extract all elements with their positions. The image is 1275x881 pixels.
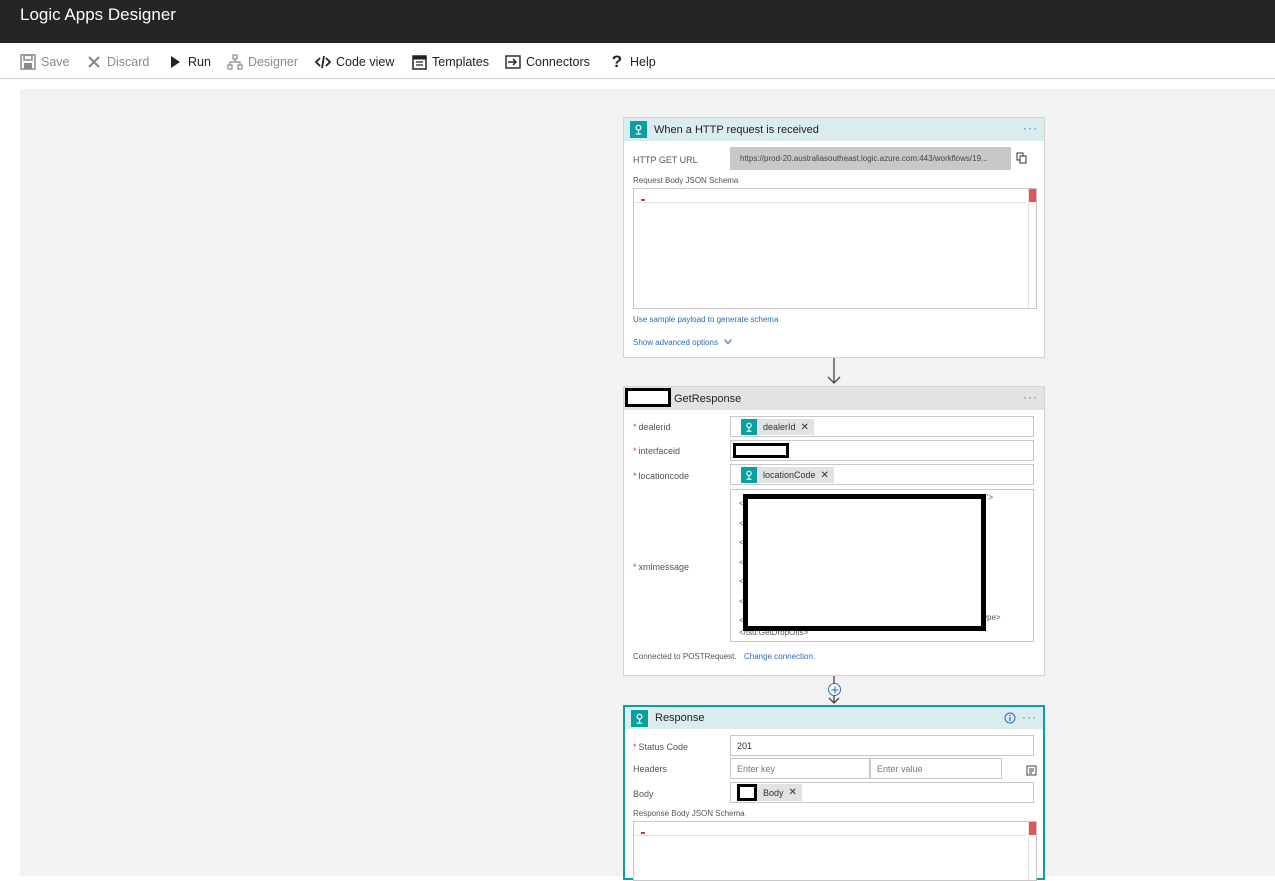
run-label: Run	[188, 55, 211, 69]
more-options-icon[interactable]: ···	[1022, 710, 1037, 724]
save-icon	[20, 54, 36, 70]
show-advanced-options-link[interactable]: Show advanced options	[633, 338, 733, 347]
switch-to-text-mode-icon[interactable]	[1026, 763, 1037, 781]
dealerid-token[interactable]: dealerId ✕	[741, 419, 814, 435]
trigger-title: When a HTTP request is received	[654, 123, 819, 136]
action-title: GetResponse	[674, 392, 742, 405]
http-request-icon	[741, 467, 757, 483]
title-bar: Logic Apps Designer	[0, 0, 1275, 43]
connectors-icon	[505, 54, 521, 70]
response-schema-label: Response Body JSON Schema	[633, 809, 745, 818]
play-icon	[167, 54, 183, 70]
change-connection-link[interactable]: Change connection.	[744, 652, 815, 661]
request-schema-editor[interactable]	[633, 188, 1037, 309]
toolbar: Save Discard Run Designer Code view Temp…	[0, 43, 1275, 79]
request-schema-label: Request Body JSON Schema	[633, 176, 739, 185]
app-title: Logic Apps Designer	[20, 5, 176, 24]
http-response-icon	[631, 709, 648, 727]
sample-payload-link[interactable]: Use sample payload to generate schema	[633, 315, 778, 324]
http-request-icon	[741, 419, 757, 435]
designer-button[interactable]: Designer	[227, 52, 298, 72]
locationcode-field[interactable]: locationCode ✕	[730, 464, 1034, 485]
body-token[interactable]: Body ✕	[737, 784, 802, 801]
header-key-input[interactable]: Enter key	[730, 758, 870, 779]
locationcode-label: * locationcode	[633, 471, 690, 481]
chevron-down-icon	[724, 338, 733, 347]
close-icon	[86, 54, 102, 70]
xml-line-end: '>	[987, 493, 994, 502]
status-code-field[interactable]: 201	[730, 735, 1034, 756]
templates-icon	[411, 54, 427, 70]
save-button[interactable]: Save	[20, 52, 70, 72]
interfaceid-field[interactable]	[730, 440, 1034, 461]
remove-token-icon[interactable]: ✕	[821, 470, 829, 481]
dealerid-field[interactable]: dealerId ✕	[730, 416, 1034, 437]
http-get-url-field[interactable]: https://prod-20.australiasoutheast.logic…	[730, 147, 1011, 170]
headers-label: Headers	[633, 764, 668, 774]
xmlmessage-label: * xmlmessage	[633, 562, 690, 572]
response-schema-editor[interactable]	[633, 821, 1037, 881]
remove-token-icon[interactable]: ✕	[789, 787, 797, 798]
scrollbar[interactable]	[1029, 822, 1036, 835]
dealerid-label: * dealerid	[633, 422, 671, 432]
header-key-placeholder: Enter key	[737, 764, 776, 774]
locationcode-token-label: locationCode	[763, 470, 816, 480]
add-step-icon[interactable]	[828, 683, 841, 696]
http-request-icon	[630, 121, 647, 138]
trigger-card[interactable]: When a HTTP request is received ··· HTTP…	[623, 117, 1045, 358]
designer-label: Designer	[248, 55, 299, 69]
connectors-label: Connectors	[526, 55, 590, 69]
connector-arrow	[827, 358, 841, 384]
locationcode-token[interactable]: locationCode ✕	[741, 467, 834, 483]
help-label: Help	[630, 55, 656, 69]
header-value-input[interactable]: Enter value	[870, 758, 1002, 779]
connectors-button[interactable]: Connectors	[505, 52, 590, 72]
templates-button[interactable]: Templates	[411, 52, 489, 72]
status-code-label: * Status Code	[633, 742, 689, 752]
response-header[interactable]: Response ···	[625, 707, 1043, 729]
body-field[interactable]: Body ✕	[730, 782, 1034, 803]
interfaceid-label: * interfaceid	[633, 446, 681, 456]
response-title: Response	[655, 712, 705, 724]
code-view-label: Code view	[336, 55, 395, 69]
designer-icon	[227, 54, 243, 70]
remove-token-icon[interactable]: ✕	[801, 422, 809, 433]
discard-label: Discard	[107, 55, 150, 69]
xmlmessage-field[interactable]: < < < < < < < '> ype> </tsu:GetDropOffs>	[730, 489, 1034, 642]
response-card[interactable]: Response ··· * Status Code 201 Headers En…	[623, 705, 1045, 881]
code-icon	[315, 54, 331, 70]
action-header[interactable]: GetResponse ···	[624, 387, 1044, 410]
discard-button[interactable]: Discard	[86, 52, 149, 72]
show-advanced-options-label: Show advanced options	[633, 338, 718, 347]
copy-icon[interactable]	[1016, 151, 1027, 169]
redacted-value	[733, 443, 789, 458]
trigger-header[interactable]: When a HTTP request is received ···	[624, 118, 1044, 141]
redacted-xml	[743, 494, 986, 631]
templates-label: Templates	[432, 55, 489, 69]
header-value-placeholder: Enter value	[877, 764, 923, 774]
connected-text: Connected to POSTRequest.	[633, 652, 737, 661]
http-get-url-label: HTTP GET URL	[633, 155, 698, 165]
body-token-label: Body	[763, 787, 784, 798]
redacted-badge	[737, 784, 757, 801]
question-icon: ?	[611, 52, 623, 71]
more-options-icon[interactable]: ···	[1023, 390, 1038, 404]
redacted-badge	[625, 388, 671, 407]
code-view-button[interactable]: Code view	[315, 52, 394, 72]
help-button[interactable]: ? Help	[609, 52, 656, 72]
run-button[interactable]: Run	[167, 52, 211, 72]
save-label: Save	[41, 55, 70, 69]
more-options-icon[interactable]: ···	[1023, 121, 1038, 135]
status-code-value: 201	[737, 741, 753, 751]
body-label: Body	[633, 789, 654, 799]
action-card[interactable]: GetResponse ··· * dealerid dealerId ✕ * in…	[623, 386, 1045, 676]
dealerid-token-label: dealerId	[763, 422, 796, 432]
info-icon[interactable]	[1004, 712, 1016, 727]
scrollbar[interactable]	[1029, 189, 1036, 202]
